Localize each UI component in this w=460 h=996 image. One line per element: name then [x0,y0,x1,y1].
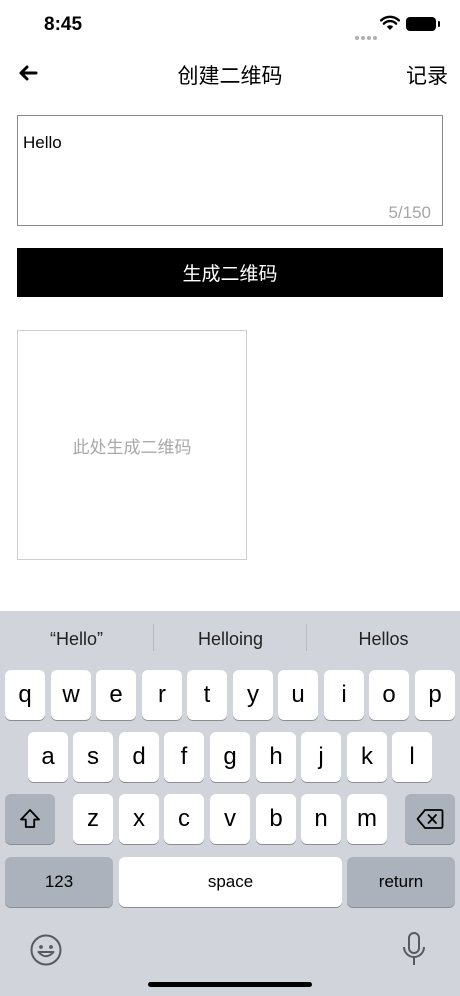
key-h[interactable]: h [256,732,296,782]
content-textarea[interactable]: Hello 5/150 [17,115,443,226]
status-bar: 8:45 [0,0,460,50]
page-title: 创建二维码 [177,65,283,88]
key-f[interactable]: f [164,732,204,782]
cellular-signal-icon [355,27,379,45]
microphone-icon[interactable] [400,931,428,969]
key-l[interactable]: l [392,732,432,782]
key-w[interactable]: w [51,670,91,720]
key-i[interactable]: i [324,670,364,720]
wifi-icon [380,15,400,30]
key-d[interactable]: d [119,732,159,782]
key-q[interactable]: q [5,670,45,720]
key-m[interactable]: m [347,794,387,844]
character-counter: 5/150 [388,203,431,222]
key-r[interactable]: r [142,670,182,720]
key-y[interactable]: y [233,670,273,720]
return-key[interactable]: return [347,857,455,907]
space-key[interactable]: space [119,857,342,907]
key-c[interactable]: c [164,794,204,844]
key-k[interactable]: k [347,732,387,782]
shift-key[interactable] [5,794,55,844]
status-time: 8:45 [44,14,83,35]
generate-qr-button[interactable]: 生成二维码 [17,248,443,297]
suggestion-3[interactable]: Hellos [307,629,460,650]
input-text: Hello [23,133,62,152]
key-g[interactable]: g [210,732,250,782]
key-t[interactable]: t [187,670,227,720]
key-p[interactable]: p [415,670,455,720]
key-o[interactable]: o [369,670,409,720]
key-s[interactable]: s [73,732,113,782]
key-v[interactable]: v [210,794,250,844]
app-screen: 8:45 创建二维码 记录 Hello 5/150 生成二维码 此处生成二维码 … [0,0,460,996]
keyboard: “Hello” Helloing Hellos q w e r t y u i … [0,611,460,996]
key-x[interactable]: x [119,794,159,844]
delete-key[interactable] [405,794,455,844]
key-b[interactable]: b [256,794,296,844]
key-z[interactable]: z [73,794,113,844]
qr-code-placeholder: 此处生成二维码 [17,330,247,560]
shift-icon [20,809,40,828]
key-n[interactable]: n [301,794,341,844]
key-j[interactable]: j [301,732,341,782]
numbers-key[interactable]: 123 [5,857,113,907]
battery-icon [406,17,440,31]
backspace-icon [416,809,444,829]
key-e[interactable]: e [96,670,136,720]
key-u[interactable]: u [278,670,318,720]
home-indicator [148,982,312,987]
suggestion-1[interactable]: “Hello” [0,629,153,650]
suggestion-bar: “Hello” Helloing Hellos [0,611,460,667]
suggestion-2[interactable]: Helloing [154,629,307,650]
key-a[interactable]: a [28,732,68,782]
qr-placeholder-text: 此处生成二维码 [72,437,192,457]
emoji-icon[interactable] [29,933,63,967]
record-button[interactable]: 记录 [406,60,448,90]
